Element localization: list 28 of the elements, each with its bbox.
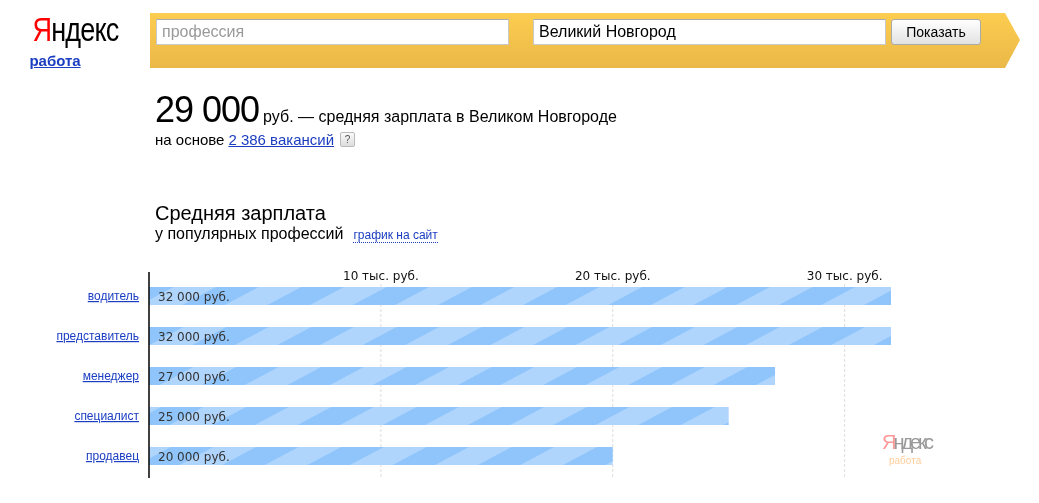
profession-link[interactable]: представитель (56, 329, 139, 343)
embed-chart-link[interactable]: график на сайт (353, 228, 438, 243)
value-label: 27 000 руб. (158, 370, 230, 384)
service-link[interactable]: работа (29, 52, 81, 69)
profession-link[interactable]: водитель (87, 289, 139, 303)
city-field[interactable]: Великий Новгород (533, 19, 886, 45)
profession-field[interactable]: профессия (156, 19, 509, 45)
tick-label: 10 тыс. руб. (343, 269, 419, 283)
value-label: 32 000 руб. (158, 290, 230, 304)
salary-amount: 29 000 (155, 89, 260, 131)
vacancies-link[interactable]: 2 386 вакансий (228, 131, 335, 148)
tick-label: 30 тыс. руб. (806, 269, 883, 283)
show-button[interactable]: Показать (891, 19, 981, 45)
value-label: 20 000 руб. (158, 450, 230, 464)
profession-link[interactable]: менеджер (82, 369, 139, 383)
value-label: 25 000 руб. (158, 410, 230, 424)
value-label: 32 000 руб. (158, 330, 230, 344)
logo[interactable]: Яндекс (31, 12, 119, 48)
profession-link[interactable]: специалист (74, 409, 139, 423)
chart-logo: Яндекс (882, 431, 934, 453)
chart-subtitle: у популярных профессий (155, 225, 344, 243)
chart-logo-service: работа (889, 455, 922, 466)
basis-label: на основе (155, 131, 225, 148)
chart-title: Средняя зарплата (155, 201, 327, 225)
profession-link[interactable]: продавец (85, 449, 139, 463)
tick-label: 20 тыс. руб. (574, 269, 651, 283)
help-button[interactable]: ? (340, 132, 356, 147)
salary-caption: руб. — средняя зарплата в Великом Новгороде (263, 108, 617, 126)
